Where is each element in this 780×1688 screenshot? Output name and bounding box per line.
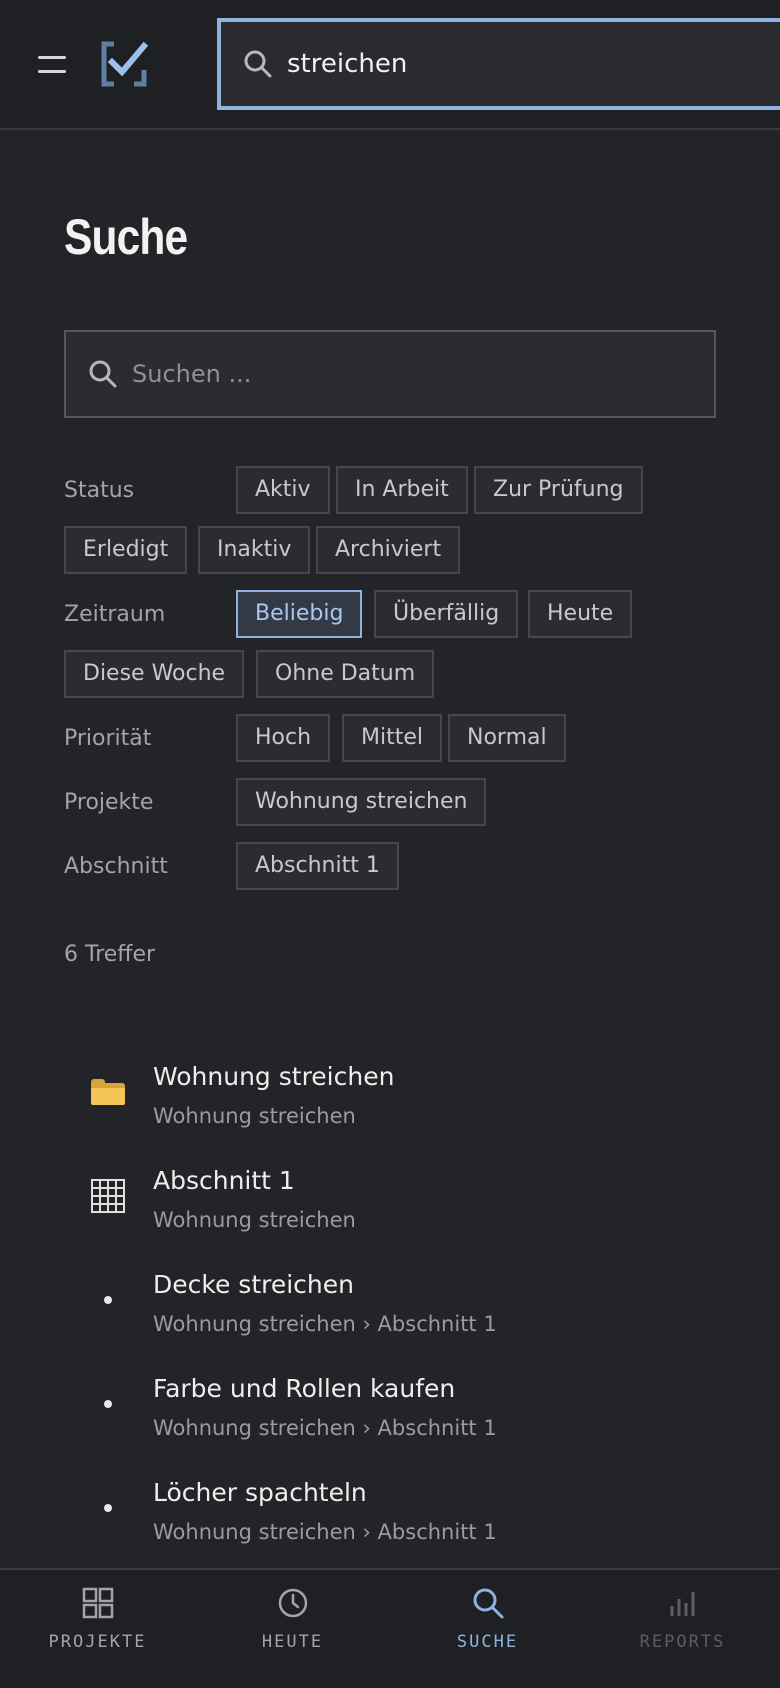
nav-label: HEUTE: [261, 1632, 324, 1652]
nav-projekte[interactable]: PROJEKTE: [0, 1570, 195, 1688]
search-icon: [244, 50, 272, 78]
menu-button[interactable]: [32, 44, 72, 84]
chip-abschnitt-1[interactable]: Abschnitt 1: [236, 842, 399, 890]
nav-suche[interactable]: SUCHE: [390, 1570, 585, 1688]
filter-label-abschnitt: Abschnitt: [64, 854, 168, 879]
hit-count: 6 Treffer: [64, 942, 156, 967]
result-title: Abschnitt 1: [153, 1166, 295, 1195]
bar-chart-icon: [670, 1592, 694, 1616]
result-item[interactable]: Abschnitt 1 Wohnung streichen: [86, 1166, 726, 1256]
result-title: Löcher spachteln: [153, 1478, 367, 1507]
nav-reports[interactable]: REPORTS: [585, 1570, 780, 1688]
bullet-icon: [86, 1382, 130, 1426]
filter-label-status: Status: [64, 478, 135, 503]
page-title: Suche: [64, 209, 188, 265]
nav-heute[interactable]: HEUTE: [195, 1570, 390, 1688]
result-subtitle: Wohnung streichen › Abschnitt 1: [153, 1416, 497, 1440]
bottom-navigation: PROJEKTE HEUTE SUCHE REPORTS: [0, 1568, 780, 1688]
chip-status-in-arbeit[interactable]: In Arbeit: [336, 466, 468, 514]
top-bar: [0, 0, 780, 130]
search-icon: [473, 1588, 503, 1619]
bullet-icon: [86, 1486, 130, 1530]
result-title: Wohnung streichen: [153, 1062, 395, 1091]
result-item[interactable]: Wohnung streichen Wohnung streichen: [86, 1062, 726, 1152]
chip-zeitraum-beliebig[interactable]: Beliebig: [236, 590, 363, 638]
result-item[interactable]: Decke streichen Wohnung streichen › Absc…: [86, 1270, 726, 1360]
filter-label-zeitraum: Zeitraum: [64, 602, 166, 627]
chip-projekt-wohnung-streichen[interactable]: Wohnung streichen: [236, 778, 487, 826]
nav-label: PROJEKTE: [48, 1632, 147, 1652]
clock-icon: [278, 1588, 307, 1618]
result-title: Decke streichen: [153, 1270, 354, 1299]
result-item[interactable]: Farbe und Rollen kaufen Wohnung streiche…: [86, 1374, 726, 1464]
grid-icon: [82, 1587, 113, 1619]
nav-label: SUCHE: [456, 1632, 519, 1652]
result-title: Farbe und Rollen kaufen: [153, 1374, 456, 1403]
app-logo-icon[interactable]: [100, 40, 148, 88]
chip-status-inaktiv[interactable]: Inaktiv: [198, 526, 311, 574]
result-subtitle: Wohnung streichen: [153, 1104, 356, 1128]
bullet-icon: [86, 1278, 130, 1322]
filter-label-prioritaet: Priorität: [64, 726, 152, 751]
result-subtitle: Wohnung streichen: [153, 1208, 356, 1232]
menu-line: [38, 55, 66, 59]
chip-status-zur-pruefung[interactable]: Zur Prüfung: [474, 466, 643, 514]
chip-prioritaet-normal[interactable]: Normal: [448, 714, 566, 762]
chip-prioritaet-mittel[interactable]: Mittel: [342, 714, 442, 762]
main-search-field[interactable]: [64, 330, 716, 418]
nav-label: REPORTS: [639, 1632, 726, 1652]
menu-line: [38, 69, 66, 73]
result-subtitle: Wohnung streichen › Abschnitt 1: [153, 1520, 497, 1544]
chip-status-archiviert[interactable]: Archiviert: [316, 526, 461, 574]
chip-zeitraum-diese-woche[interactable]: Diese Woche: [64, 650, 245, 698]
chip-status-erledigt[interactable]: Erledigt: [64, 526, 188, 574]
chip-zeitraum-ohne-datum[interactable]: Ohne Datum: [256, 650, 435, 698]
chip-zeitraum-heute[interactable]: Heute: [528, 590, 633, 638]
chip-zeitraum-ueberfaellig[interactable]: Überfällig: [374, 590, 519, 638]
main-search-input[interactable]: [132, 360, 692, 388]
filter-label-projekte: Projekte: [64, 790, 154, 815]
folder-icon: [86, 1070, 130, 1114]
chip-prioritaet-hoch[interactable]: Hoch: [236, 714, 331, 762]
app: Suche Status Aktiv In Arbeit Zur Prüfung…: [0, 0, 780, 1688]
chip-status-aktiv[interactable]: Aktiv: [236, 466, 330, 514]
result-subtitle: Wohnung streichen › Abschnitt 1: [153, 1312, 497, 1336]
grid-icon: [86, 1174, 130, 1218]
result-item[interactable]: Löcher spachteln Wohnung streichen › Abs…: [86, 1478, 726, 1568]
top-search-field[interactable]: [217, 18, 780, 110]
top-search-input[interactable]: [287, 49, 727, 79]
search-icon: [89, 360, 117, 388]
